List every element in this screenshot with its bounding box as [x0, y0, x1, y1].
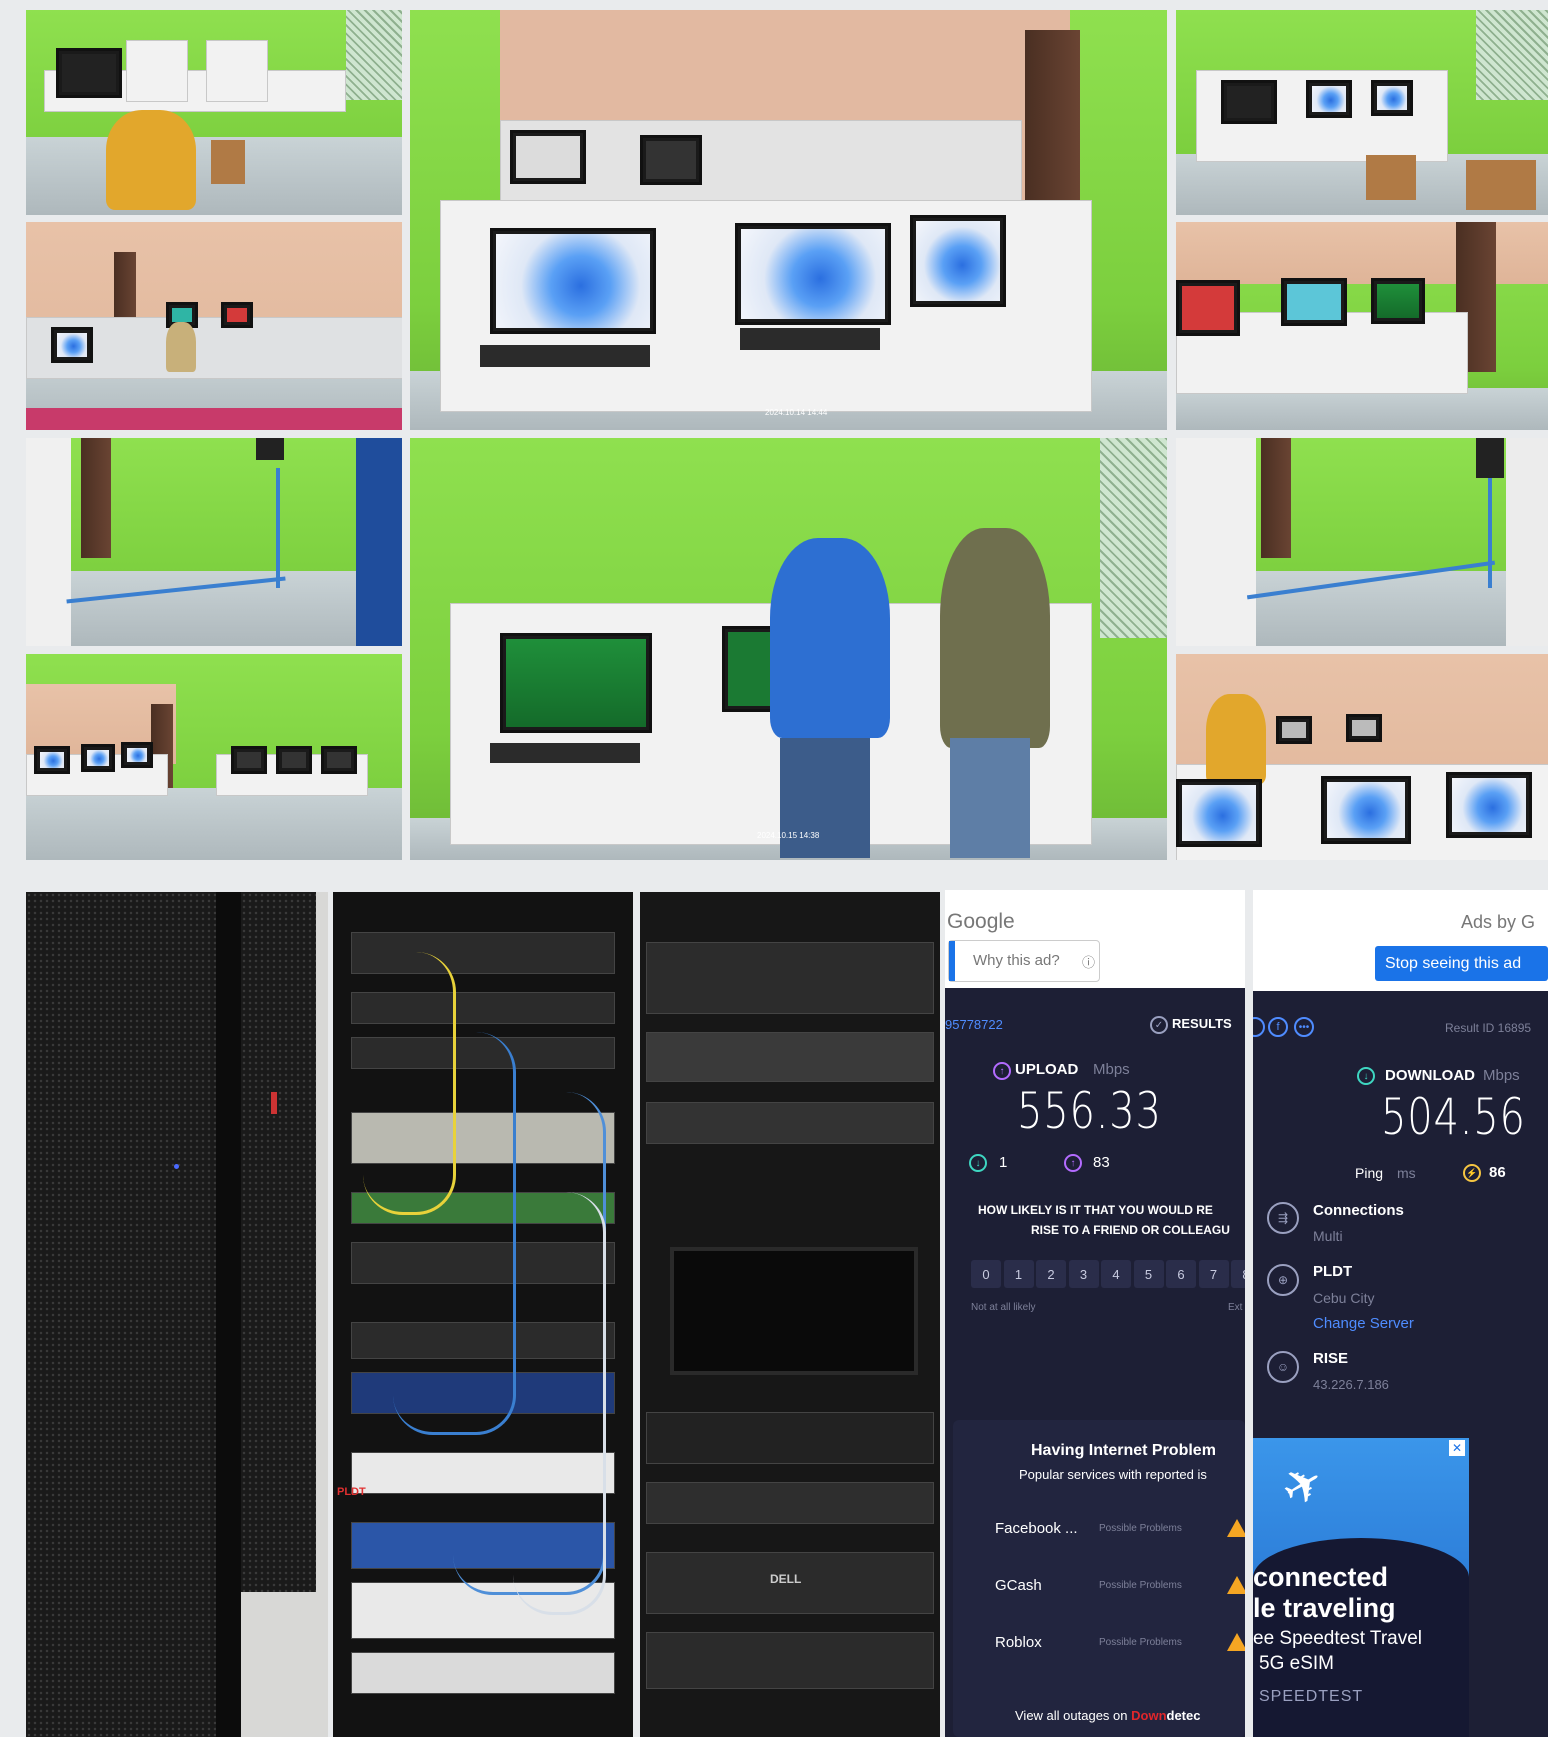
photo-network-rack: PLDT	[333, 892, 633, 1737]
globe-icon: ⊕	[1267, 1264, 1299, 1296]
window-grille	[346, 10, 402, 100]
photo-timestamp: 2024.10.15 14:38	[757, 831, 820, 840]
survey-question-line1: HOW LIKELY IS IT THAT YOU WOULD RE	[978, 1203, 1213, 1217]
person-blue-shirt	[770, 538, 890, 738]
download-small-icon: ↓	[969, 1154, 987, 1172]
keyboard	[480, 345, 650, 367]
warning-icon	[1227, 1519, 1245, 1537]
nps-score-button[interactable]: 5	[1133, 1260, 1164, 1288]
download-icon: ↓	[1357, 1067, 1375, 1085]
nps-score-button[interactable]: 6	[1166, 1260, 1196, 1288]
warning-icon	[1227, 1576, 1245, 1594]
host-name: RISE	[1313, 1350, 1349, 1367]
info-icon: ⓘ	[1082, 955, 1096, 970]
service-status: Possible Problems	[1099, 1637, 1182, 1648]
scale-high-label: Ext	[1228, 1302, 1243, 1313]
photo-lab-overview	[26, 654, 402, 860]
cardboard-box	[211, 140, 245, 184]
share-icon[interactable]	[1253, 1017, 1265, 1037]
kvm-monitor	[670, 1247, 918, 1375]
check-icon: ✓	[1150, 1016, 1168, 1034]
photo-lab-technician-cabling	[26, 10, 402, 215]
internet-problems-panel: Having Internet Problem Popular services…	[953, 1420, 1245, 1737]
airplane-icon: ✈	[1272, 1453, 1335, 1520]
nps-score-button[interactable]: 3	[1068, 1260, 1099, 1288]
upload-small-icon: ↑	[1064, 1154, 1082, 1172]
photo-server-cabinet	[26, 892, 328, 1737]
photo-wall-cabling-right	[1176, 438, 1548, 646]
scale-low-label: Not at all likely	[971, 1302, 1036, 1313]
google-ad-brand: Google	[947, 910, 1015, 933]
speedtest-download-screenshot: Ads by G Stop seeing this ad f ••• Resul…	[1253, 890, 1548, 1737]
pldt-label: PLDT	[337, 1486, 366, 1498]
photo-server-rack-dell: DELL	[640, 892, 940, 1737]
download-value: 504.56	[1381, 1088, 1526, 1146]
close-ad-icon[interactable]: ✕	[1449, 1440, 1465, 1456]
nps-score-button[interactable]: 1	[1003, 1260, 1034, 1288]
download-label: DOWNLOAD	[1385, 1067, 1475, 1084]
service-status: Possible Problems	[1099, 1523, 1182, 1534]
change-server-link[interactable]: Change Server	[1313, 1315, 1414, 1332]
dell-label: DELL	[770, 1572, 802, 1586]
warning-icon	[1227, 1633, 1245, 1651]
service-status: Possible Problems	[1099, 1580, 1182, 1591]
nps-score-button[interactable]: 2	[1036, 1260, 1066, 1288]
outages-link[interactable]: View all outages on Downdetec	[1015, 1708, 1200, 1723]
photo-lab-setup-right	[1176, 654, 1548, 860]
results-tab[interactable]: RESULTS	[1172, 1016, 1232, 1031]
person-olive-shirt	[940, 528, 1050, 748]
nps-score-button[interactable]: 0	[971, 1260, 1001, 1288]
upload-icon: ↑	[993, 1062, 1011, 1080]
nps-score-button[interactable]: 8	[1231, 1260, 1245, 1288]
photo-wall-cabling	[26, 438, 402, 646]
user-icon: ☺	[1267, 1351, 1299, 1383]
why-this-ad-button[interactable]: Why this ad? ⓘ	[948, 940, 1100, 982]
upload-label: UPLOAD	[1015, 1061, 1079, 1078]
upload-value: 556.33	[1017, 1082, 1162, 1140]
service-name[interactable]: Roblox	[995, 1634, 1042, 1651]
nps-score-button[interactable]: 4	[1101, 1260, 1131, 1288]
connections-icon: ⇶	[1267, 1202, 1299, 1234]
nps-score-button[interactable]: 7	[1198, 1260, 1229, 1288]
photo-lab-instruction: 2024.10.15 14:38	[410, 438, 1167, 860]
stop-seeing-ad-button[interactable]: Stop seeing this ad	[1375, 946, 1548, 981]
ping-icon: ⚡	[1463, 1164, 1481, 1182]
service-name[interactable]: Facebook ...	[995, 1520, 1078, 1537]
isp-name: PLDT	[1313, 1263, 1353, 1280]
facebook-icon[interactable]: f	[1268, 1017, 1288, 1037]
service-name[interactable]: GCash	[995, 1577, 1042, 1594]
photo-lab-computers-wide: 2024.10.14 14:44	[410, 10, 1167, 430]
server-city: Cebu City	[1313, 1290, 1375, 1306]
person-yellow-shirt	[106, 110, 196, 210]
ads-by-label: Ads by G	[1461, 912, 1536, 932]
photo-lab-right-top	[1176, 10, 1548, 215]
more-icon[interactable]: •••	[1294, 1017, 1314, 1037]
survey-question-line2: RISE TO A FRIEND OR COLLEAGU	[1031, 1223, 1230, 1237]
ping-value: 86	[1489, 1164, 1506, 1181]
photo-lab-interior-peach	[26, 222, 402, 430]
ip-address: 43.226.7.186	[1313, 1377, 1389, 1392]
travel-esim-ad[interactable]: ✈ ✕ connected le traveling ee Speedtest …	[1253, 1438, 1469, 1737]
result-id: 95778722	[945, 1017, 1003, 1032]
speedtest-upload-screenshot: Google Why this ad? ⓘ 95778722 ✓ RESULTS…	[945, 890, 1245, 1737]
keyboard	[740, 328, 880, 350]
result-id: Result ID 16895	[1445, 1021, 1532, 1035]
photo-lab-right-second	[1176, 222, 1548, 430]
photo-timestamp: 2024.10.14 14:44	[765, 408, 828, 417]
wall-access-point	[256, 438, 284, 460]
